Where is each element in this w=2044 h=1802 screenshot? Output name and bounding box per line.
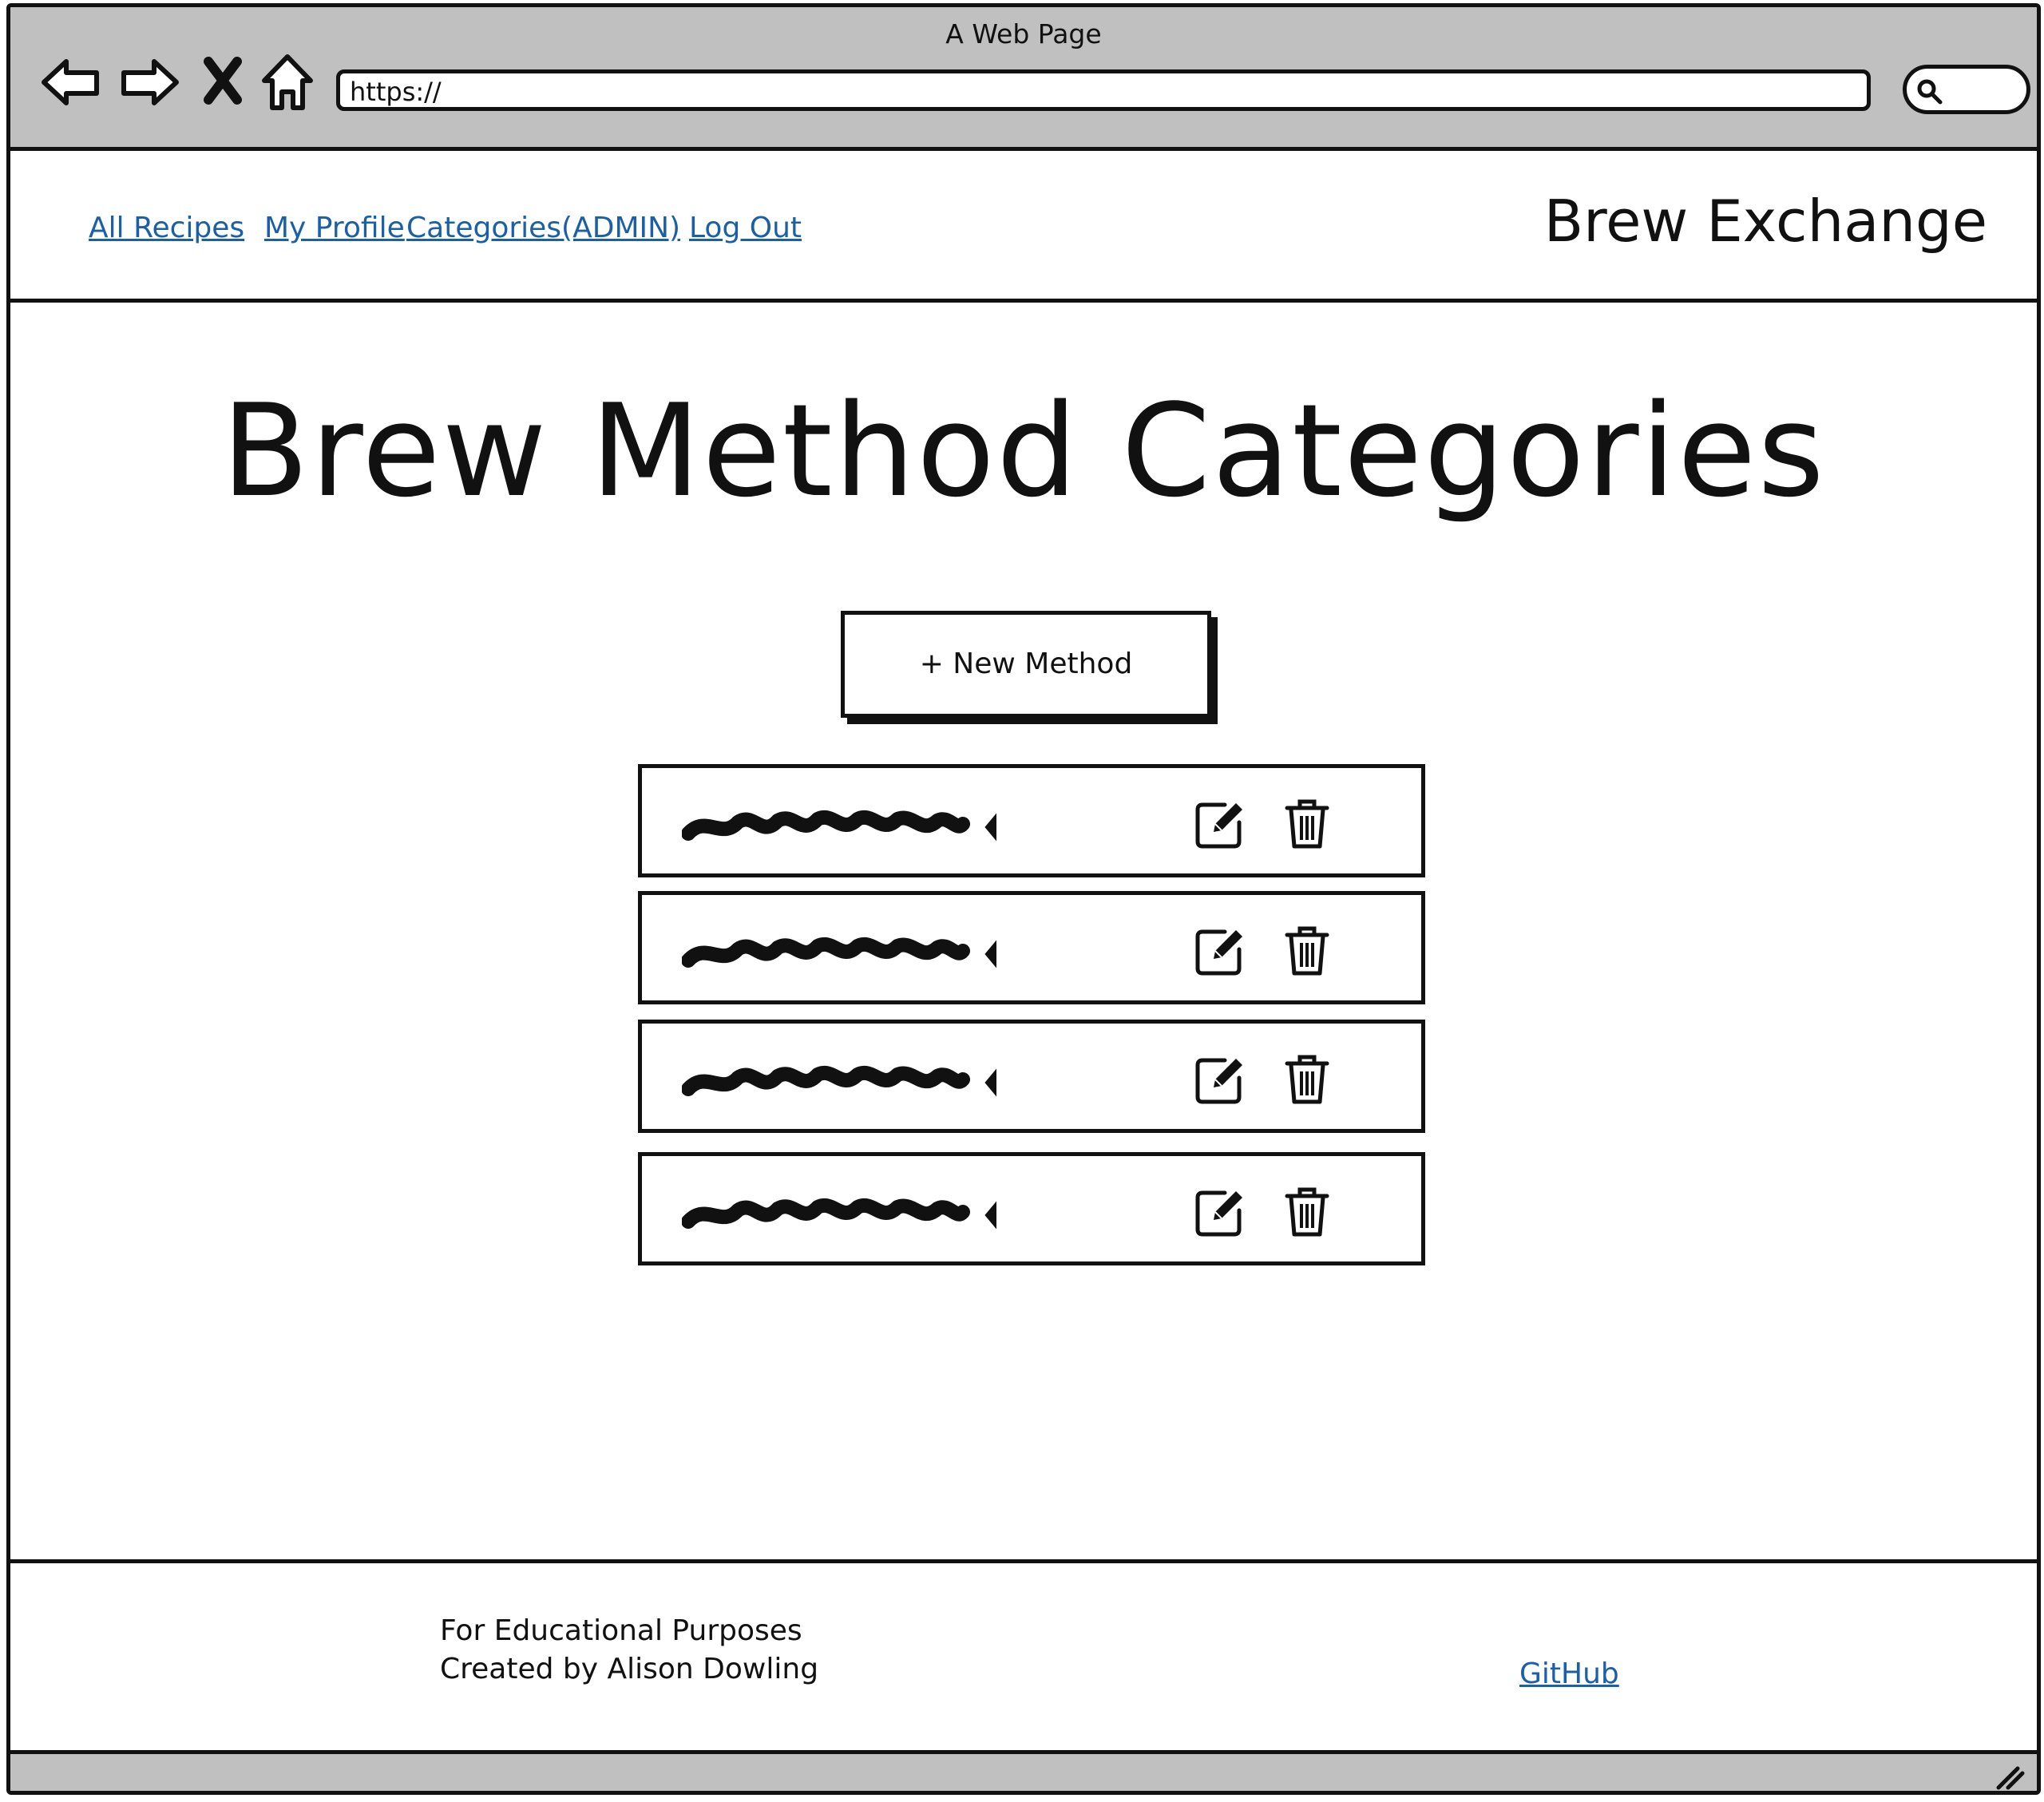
redacted-text-scribble — [682, 1198, 996, 1230]
nav-all-recipes[interactable]: All Recipes — [89, 212, 244, 244]
edit-icon[interactable] — [1193, 1185, 1246, 1238]
method-name — [642, 768, 643, 769]
edit-icon[interactable] — [1193, 1052, 1246, 1105]
nav-my-profile[interactable]: My Profile — [264, 212, 405, 244]
footer-credit: Created by Alison Dowling — [440, 1653, 819, 1685]
method-row — [638, 1020, 1425, 1133]
home-icon[interactable] — [259, 50, 315, 114]
url-input[interactable]: https:// — [336, 69, 1871, 111]
github-link[interactable]: GitHub — [1519, 1657, 1619, 1690]
resize-grip-icon[interactable] — [1994, 1764, 2026, 1791]
browser-statusbar — [10, 1754, 2037, 1791]
close-x-icon[interactable] — [199, 50, 247, 114]
redacted-text-scribble — [682, 1066, 996, 1097]
edit-icon[interactable] — [1193, 924, 1246, 976]
method-name — [642, 1156, 643, 1157]
back-arrow-icon[interactable] — [39, 50, 103, 114]
browser-window: A Web Page https:// All Recipes My Profi… — [6, 3, 2041, 1795]
trash-icon[interactable] — [1281, 1052, 1333, 1105]
search-box[interactable] — [1903, 65, 2030, 114]
page-title: Brew Method Categories — [221, 376, 1826, 525]
footer-disclaimer: For Educational Purposes — [440, 1614, 802, 1647]
site-brand: Brew Exchange — [1543, 188, 1987, 255]
method-row — [638, 764, 1425, 877]
redacted-text-scribble — [682, 810, 996, 842]
window-title: A Web Page — [945, 18, 1102, 50]
trash-icon[interactable] — [1281, 924, 1333, 976]
search-icon — [1917, 79, 1943, 105]
nav-log-out[interactable]: Log Out — [689, 212, 802, 244]
redacted-text-scribble — [682, 937, 996, 968]
trash-icon[interactable] — [1281, 1185, 1333, 1238]
site-header: All Recipes My Profile Categories(ADMIN)… — [10, 151, 2037, 303]
trash-icon[interactable] — [1281, 797, 1333, 850]
new-method-button[interactable]: + New Method — [841, 611, 1211, 718]
method-name — [642, 895, 643, 896]
forward-arrow-icon[interactable] — [117, 50, 181, 114]
nav-categories-admin[interactable]: Categories(ADMIN) — [406, 212, 680, 244]
method-row — [638, 891, 1425, 1004]
site-footer: For Educational Purposes Created by Alis… — [10, 1559, 2037, 1754]
edit-icon[interactable] — [1193, 797, 1246, 850]
browser-titlebar: A Web Page https:// — [10, 7, 2037, 151]
method-row — [638, 1152, 1425, 1265]
